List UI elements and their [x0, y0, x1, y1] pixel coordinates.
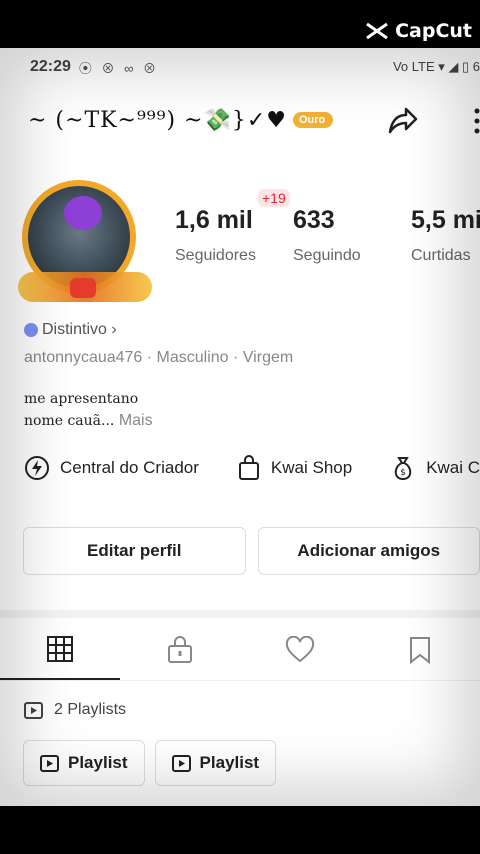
shortcut-row: Central do Criador Kwai Shop $ Kwai C	[24, 455, 480, 481]
distintivo-icon	[24, 323, 38, 337]
playlist-icon	[24, 702, 43, 719]
playlists-count: 2 Playlists	[24, 700, 126, 720]
shortcut-label: Kwai C	[426, 458, 480, 477]
more-options-icon[interactable]	[470, 106, 480, 136]
status-notification-icons: ⦿ ⊗ ∞ ⊗	[78, 60, 160, 76]
edit-profile-button[interactable]: Editar perfil	[23, 527, 246, 575]
section-divider	[0, 610, 480, 618]
stat-value: 5,5 mil	[411, 206, 480, 234]
capcut-brand: CapCut	[395, 20, 472, 42]
capcut-watermark: CapCut	[365, 20, 472, 42]
shortcut-label: Central do Criador	[60, 458, 199, 477]
profile-meta: antonnycaua476 · Masculino · Virgem	[24, 349, 294, 366]
content-tabs	[0, 620, 480, 681]
stat-label: Seguindo	[293, 247, 361, 264]
stat-value: 633	[293, 206, 335, 234]
playlist-button[interactable]: Playlist	[23, 740, 145, 786]
playlist-icon	[40, 755, 59, 772]
capcut-logo-icon	[366, 22, 388, 40]
stat-label: Curtidas	[411, 247, 471, 264]
grid-icon	[47, 636, 73, 662]
shortcut-creator-center[interactable]: Central do Criador	[24, 455, 199, 481]
stat-followers[interactable]: 1,6 mil Seguidores	[175, 206, 293, 265]
tab-private[interactable]	[120, 620, 240, 680]
share-icon[interactable]	[384, 102, 420, 138]
add-friends-button[interactable]: Adicionar amigos	[257, 527, 480, 575]
shopping-bag-icon	[238, 455, 259, 480]
profile-display-name: ~ (~TK~⁹⁹⁹) ~💸}✓♥	[28, 107, 287, 133]
tab-grid[interactable]	[0, 620, 120, 680]
stat-value: 1,6 mil	[175, 206, 253, 234]
stat-likes[interactable]: 5,5 mil Curtidas	[411, 206, 480, 265]
svg-text:$: $	[400, 468, 406, 478]
heart-icon	[285, 636, 315, 663]
bookmark-icon	[410, 637, 430, 664]
playlist-label: Playlist	[199, 753, 260, 772]
profile-bio: me apresentano nome cauã... Mais	[24, 388, 153, 432]
lock-icon	[168, 636, 192, 663]
money-bag-icon: $	[394, 457, 412, 481]
distintivo-link[interactable]: Distintivo ›	[24, 321, 117, 339]
tab-saved[interactable]	[360, 620, 480, 680]
playlists-count-label: 2 Playlists	[54, 701, 127, 718]
avatar[interactable]	[18, 180, 152, 302]
avatar-devil-emoji	[64, 196, 102, 230]
profile-actions: Editar perfil Adicionar amigos	[23, 527, 480, 575]
lightning-icon	[25, 456, 49, 480]
bio-more-link[interactable]: Mais	[119, 412, 153, 429]
shortcut-kwai-shop[interactable]: Kwai Shop	[237, 455, 352, 481]
stat-label: Seguidores	[175, 247, 256, 264]
follower-delta-badge: +19	[258, 189, 290, 207]
bio-line-2: nome cauã... Mais	[24, 410, 153, 432]
bio-line-2-text: nome cauã...	[24, 413, 115, 429]
tier-badge[interactable]: Ouro	[293, 112, 334, 128]
shortcut-kwai-cash[interactable]: $ Kwai C	[390, 455, 480, 481]
avatar-live-icon	[70, 278, 96, 298]
distintivo-label: Distintivo ›	[42, 321, 117, 338]
status-time: 22:29	[30, 58, 71, 75]
stat-following[interactable]: 633 Seguindo	[293, 206, 411, 265]
tab-liked[interactable]	[240, 620, 360, 680]
shortcut-label: Kwai Shop	[270, 458, 353, 477]
playlist-list: Playlist Playlist	[23, 740, 277, 786]
status-bar: 22:29 ⦿ ⊗ ∞ ⊗ Vo LTE ▾ ◢ ▯ 6	[30, 56, 480, 78]
bio-line-1: me apresentano	[24, 391, 139, 407]
playlist-label: Playlist	[68, 753, 128, 772]
status-right-icons: Vo LTE ▾ ◢ ▯ 6	[392, 59, 480, 74]
playlist-button[interactable]: Playlist	[154, 740, 277, 786]
profile-stats: 1,6 mil Seguidores 633 Seguindo 5,5 mil …	[175, 206, 480, 265]
playlist-icon	[171, 755, 191, 772]
app-screen: 22:29 ⦿ ⊗ ∞ ⊗ Vo LTE ▾ ◢ ▯ 6 ~ (~TK~⁹⁹⁹)…	[0, 48, 480, 806]
